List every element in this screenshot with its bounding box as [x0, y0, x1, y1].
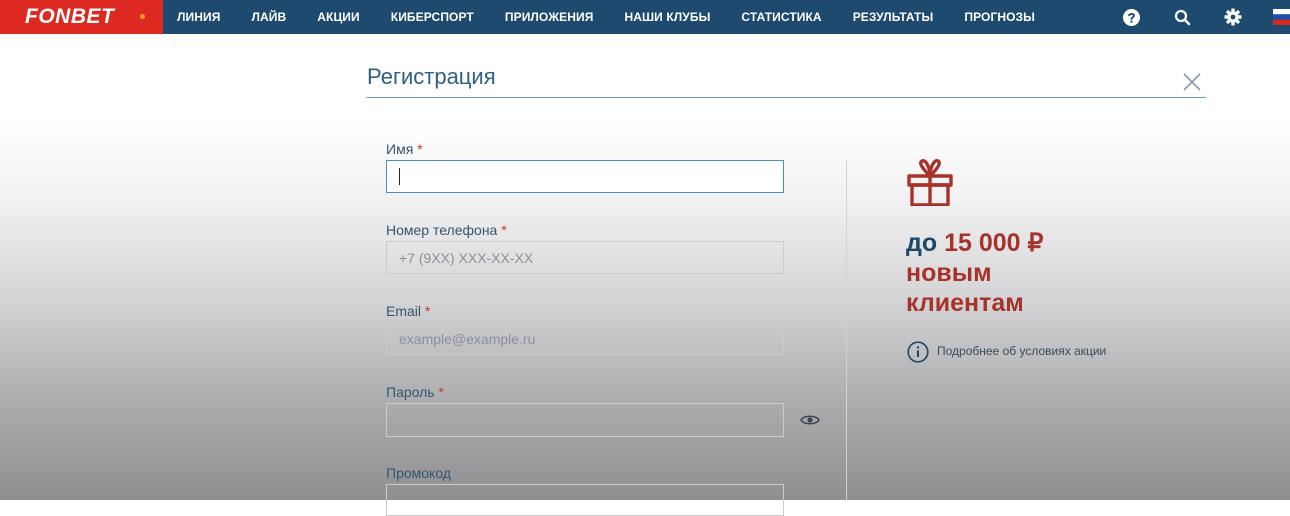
fonbet-logo[interactable]: FONBET — [0, 0, 163, 34]
name-label-text: Имя — [386, 141, 414, 157]
password-label: Пароль * — [386, 384, 444, 400]
search-icon[interactable] — [1173, 8, 1191, 26]
required-mark: * — [438, 384, 444, 400]
bonus-prefix: до — [906, 229, 938, 257]
email-label-text: Email — [386, 303, 422, 319]
main-nav: ЛИНИЯ ЛАЙВ АКЦИИ КИБЕРСПОРТ ПРИЛОЖЕНИЯ Н… — [177, 0, 1066, 34]
promo-code-label-text: Промокод — [386, 465, 451, 481]
nav-item-results[interactable]: РЕЗУЛЬТАТЫ — [853, 10, 934, 24]
name-label: Имя * — [386, 141, 423, 157]
column-divider — [846, 160, 847, 500]
nav-item-statistics[interactable]: СТАТИСТИКА — [741, 10, 821, 24]
required-mark: * — [501, 222, 507, 238]
promo-code-label: Промокод — [386, 465, 451, 481]
help-icon[interactable] — [1122, 8, 1140, 26]
text-caret — [399, 168, 400, 185]
nav-item-clubs[interactable]: НАШИ КЛУБЫ — [624, 10, 710, 24]
gift-icon — [906, 158, 954, 207]
email-input[interactable] — [386, 322, 784, 355]
top-navigation-bar: FONBET ЛИНИЯ ЛАЙВ АКЦИИ КИБЕРСПОРТ ПРИЛО… — [0, 0, 1290, 34]
russia-flag-icon[interactable] — [1273, 9, 1290, 25]
logo-text: FONBET — [25, 5, 115, 28]
required-mark: * — [417, 141, 423, 157]
nav-item-live[interactable]: ЛАЙВ — [251, 10, 286, 24]
bonus-amount: 15 000 ₽ — [944, 229, 1044, 257]
bonus-line-clients: клиентам — [906, 289, 1024, 317]
close-icon[interactable] — [1183, 73, 1201, 91]
name-input[interactable] — [386, 160, 784, 193]
info-icon[interactable] — [907, 341, 929, 363]
phone-input[interactable] — [386, 241, 784, 274]
phone-label: Номер телефона * — [386, 222, 507, 238]
email-label: Email * — [386, 303, 430, 319]
logo-dot — [140, 14, 145, 19]
nav-item-promotions[interactable]: АКЦИИ — [317, 10, 360, 24]
nav-item-esports[interactable]: КИБЕРСПОРТ — [391, 10, 474, 24]
phone-label-text: Номер телефона — [386, 222, 498, 238]
bonus-amount-line: до 15 000 ₽ — [906, 228, 1043, 258]
title-underline — [366, 97, 1206, 98]
promo-code-input[interactable] — [386, 484, 784, 516]
nav-item-predictions[interactable]: ПРОГНОЗЫ — [964, 10, 1035, 24]
show-password-eye-icon[interactable] — [800, 411, 820, 429]
gear-icon[interactable] — [1224, 8, 1242, 26]
promo-terms-link[interactable]: Подробнее об условиях акции — [937, 344, 1106, 358]
page-title: Регистрация — [367, 64, 496, 89]
required-mark: * — [424, 303, 431, 319]
bonus-line-new: новым — [906, 259, 992, 287]
nav-item-apps[interactable]: ПРИЛОЖЕНИЯ — [505, 10, 594, 24]
password-input[interactable] — [386, 403, 784, 437]
nav-item-line[interactable]: ЛИНИЯ — [177, 10, 220, 24]
password-label-text: Пароль — [386, 384, 435, 400]
